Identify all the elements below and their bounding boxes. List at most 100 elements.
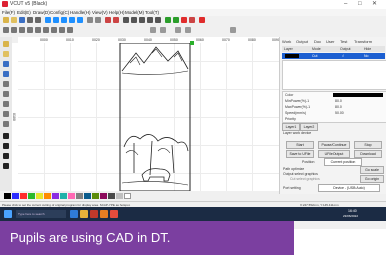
group-icon[interactable] [51, 27, 57, 33]
menu-tool[interactable]: Tool(T) [145, 10, 159, 15]
explorer-icon[interactable] [80, 210, 88, 218]
tab-user[interactable]: User [326, 39, 334, 44]
menu-model[interactable]: Model(M) [125, 10, 144, 15]
palette-swatch[interactable] [28, 193, 35, 199]
close-button[interactable]: ✕ [372, 1, 377, 8]
taskbar-search[interactable]: Type here to search [16, 210, 66, 218]
tab-doc[interactable]: Doc [314, 39, 321, 44]
start-icon[interactable] [4, 210, 12, 218]
palette-swatch[interactable] [4, 193, 11, 199]
vcut-app-icon[interactable] [90, 210, 98, 218]
palette-swatch[interactable] [12, 193, 19, 199]
palette-swatch[interactable] [108, 193, 115, 199]
speed-value[interactable]: 50.00 [335, 111, 344, 115]
new-file-icon[interactable] [3, 17, 9, 23]
zoom-page-icon[interactable] [69, 17, 75, 23]
align-bottom-icon[interactable] [35, 27, 41, 33]
lock-icon[interactable] [175, 27, 181, 33]
size-icon[interactable] [160, 27, 166, 33]
menu-view[interactable]: View(V) [92, 10, 108, 15]
tab-test[interactable]: Test [340, 39, 347, 44]
rotate-icon[interactable] [95, 17, 101, 23]
menu-help[interactable]: Help(H) [109, 10, 125, 15]
palette-swatch[interactable] [92, 193, 99, 199]
delete-tool-icon[interactable] [3, 133, 9, 139]
palette-swatch[interactable] [52, 193, 59, 199]
artwork-drawing[interactable] [18, 43, 279, 191]
text-tool-icon[interactable] [155, 17, 161, 23]
position-icon[interactable] [150, 27, 156, 33]
palette-swatch[interactable] [116, 193, 123, 199]
position-select[interactable]: Current position [324, 158, 362, 166]
tab-work[interactable]: Work [282, 39, 291, 44]
same-size-icon[interactable] [67, 27, 73, 33]
palette-swatch[interactable] [124, 193, 131, 199]
zoom-out-icon[interactable] [53, 17, 59, 23]
layer2-button[interactable]: Layer2 [300, 123, 318, 131]
node-tool-icon[interactable] [3, 51, 9, 57]
ellipse-tool-side-icon[interactable] [3, 101, 9, 107]
palette-swatch[interactable] [20, 193, 27, 199]
table-row[interactable]: Cut √ No [282, 53, 385, 59]
zoom-fit-icon[interactable] [61, 17, 67, 23]
palette-swatch[interactable] [60, 193, 67, 199]
measure-icon[interactable] [230, 27, 236, 33]
edge-icon[interactable] [70, 210, 78, 218]
color-value[interactable] [333, 93, 383, 97]
menu-draw[interactable]: Draw(D) [33, 10, 50, 15]
move-tool-icon[interactable] [3, 143, 9, 149]
minimize-button[interactable]: – [344, 1, 347, 8]
node-edit-icon[interactable] [123, 17, 129, 23]
tab-output[interactable]: Output [296, 39, 308, 44]
export-icon[interactable] [35, 17, 41, 23]
pen-icon[interactable] [189, 17, 195, 23]
app-icon[interactable] [110, 210, 118, 218]
ufile-output-button[interactable]: UFileOutput [318, 150, 350, 158]
palette-swatch[interactable] [44, 193, 51, 199]
import-icon[interactable] [27, 17, 33, 23]
laser-icon[interactable] [165, 17, 171, 23]
download-button[interactable]: Download [354, 150, 382, 158]
polyline-tool-icon[interactable] [3, 71, 9, 77]
menu-config[interactable]: Config(C) [50, 10, 69, 15]
flag-icon[interactable] [199, 17, 205, 23]
go-origin-button[interactable]: Go origin [360, 175, 384, 183]
drawing-canvas[interactable] [18, 41, 279, 191]
palette-swatch[interactable] [100, 193, 107, 199]
pan-icon[interactable] [87, 17, 93, 23]
line-tool-side-icon[interactable] [3, 61, 9, 67]
stop-icon[interactable] [181, 17, 187, 23]
palette-swatch[interactable] [68, 193, 75, 199]
text-tool-side-icon[interactable] [3, 111, 9, 117]
align-left-icon[interactable] [3, 27, 9, 33]
mirror-icon[interactable] [105, 17, 111, 23]
tab-transform[interactable]: Transform [354, 39, 372, 44]
ellipse-tool-icon[interactable] [147, 17, 153, 23]
save-to-ufile-button[interactable]: Save to UFile [286, 150, 314, 158]
curve-tool-icon[interactable] [3, 81, 9, 87]
open-folder-icon[interactable] [11, 17, 17, 23]
cut-select-checkbox[interactable]: Cut select graphics [290, 177, 320, 181]
path-optimize-checkbox[interactable]: Path optimize [283, 167, 304, 171]
go-scale-button[interactable]: Go scale [360, 166, 384, 174]
menu-edit[interactable]: Edit(E) [17, 10, 31, 15]
align-right-icon[interactable] [19, 27, 25, 33]
select-tool-icon[interactable] [3, 41, 9, 47]
layer-list[interactable] [282, 60, 386, 90]
measure-tool-icon[interactable] [3, 163, 9, 169]
max-power-value[interactable]: 80.0 [335, 105, 342, 109]
palette-swatch[interactable] [84, 193, 91, 199]
rect-tool-side-icon[interactable] [3, 91, 9, 97]
scale-tool-icon[interactable] [3, 153, 9, 159]
start-button[interactable]: Start [286, 141, 314, 149]
pause-continue-button[interactable]: Pause/Continue [318, 141, 350, 149]
zoom-in-icon[interactable] [45, 17, 51, 23]
dot-tool-icon[interactable] [3, 121, 9, 127]
align-top-icon[interactable] [27, 27, 33, 33]
ungroup-icon[interactable] [59, 27, 65, 33]
device-select[interactable]: Device - (USB:Auto) [318, 184, 380, 192]
palette-swatch[interactable] [76, 193, 83, 199]
array-icon[interactable] [185, 27, 191, 33]
output-select-checkbox[interactable]: Output select graphics [283, 172, 318, 176]
frame-icon[interactable] [173, 17, 179, 23]
